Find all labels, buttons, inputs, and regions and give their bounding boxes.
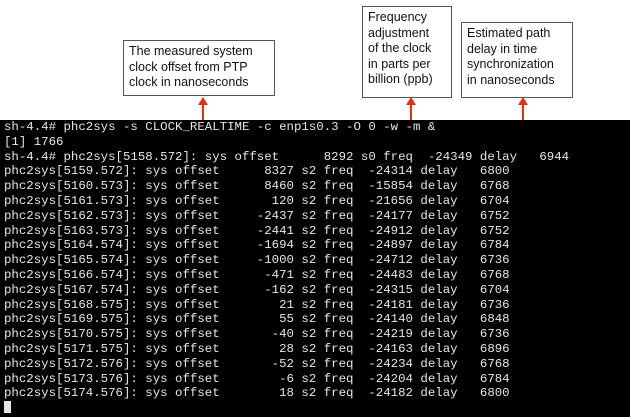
terminal-line: phc2sys[5163.573]: sys offset -2441 s2 f… <box>4 223 510 238</box>
terminal-line: phc2sys[5161.573]: sys offset 120 s2 fre… <box>4 193 510 208</box>
terminal-line: phc2sys[5168.575]: sys offset 21 s2 freq… <box>4 297 510 312</box>
callout-line: delay in time <box>467 41 538 56</box>
terminal-line: phc2sys[5169.575]: sys offset 55 s2 freq… <box>4 312 510 327</box>
terminal-line: phc2sys[5171.575]: sys offset 28 s2 freq… <box>4 341 510 356</box>
terminal-line: phc2sys[5174.576]: sys offset 18 s2 freq… <box>4 386 510 401</box>
callout-line: The measured system <box>129 44 253 58</box>
terminal-line: phc2sys[5165.574]: sys offset -1000 s2 f… <box>4 253 510 268</box>
terminal-line: phc2sys[5172.576]: sys offset -52 s2 fre… <box>4 356 510 371</box>
callout-line: clock in nanoseconds <box>129 75 249 89</box>
terminal-line: sh-4.4# phc2sys -s CLOCK_REALTIME -c enp… <box>4 120 436 134</box>
terminal-output[interactable]: sh-4.4# phc2sys -s CLOCK_REALTIME -c enp… <box>0 120 630 417</box>
callout-line: in parts per <box>368 56 431 71</box>
terminal-line: [1] 1766 <box>4 134 64 149</box>
callout-line: Frequency <box>368 10 428 24</box>
callout-line: billion (ppb) <box>368 72 433 86</box>
terminal-prompt-line[interactable] <box>4 401 630 416</box>
terminal-line: sh-4.4# phc2sys[5158.572]: sys offset 82… <box>4 149 570 164</box>
terminal-line: phc2sys[5159.572]: sys offset 8327 s2 fr… <box>4 164 510 179</box>
terminal-line: phc2sys[5170.575]: sys offset -40 s2 fre… <box>4 327 510 342</box>
callout-line: Estimated path <box>467 26 551 40</box>
terminal-line: phc2sys[5160.573]: sys offset 8460 s2 fr… <box>4 179 510 194</box>
terminal-line: phc2sys[5162.573]: sys offset -2437 s2 f… <box>4 208 510 223</box>
callout-freq: Frequency adjustment of the clock in par… <box>362 6 452 98</box>
callout-line: clock offset from PTP <box>129 59 248 74</box>
callout-delay: Estimated path delay in time synchroniza… <box>461 22 573 98</box>
terminal-line: phc2sys[5167.574]: sys offset -162 s2 fr… <box>4 282 510 297</box>
terminal-line: phc2sys[5166.574]: sys offset -471 s2 fr… <box>4 267 510 282</box>
callout-line: adjustment <box>368 25 430 40</box>
terminal-line: phc2sys[5164.574]: sys offset -1694 s2 f… <box>4 238 510 253</box>
callout-line: synchronization <box>467 57 554 71</box>
callout-line: in nanoseconds <box>467 72 555 87</box>
terminal-line: phc2sys[5173.576]: sys offset -6 s2 freq… <box>4 371 510 386</box>
text-cursor <box>4 401 11 414</box>
callout-line: of the clock <box>368 41 432 55</box>
callout-sys-offset: The measured system clock offset from PT… <box>123 40 275 96</box>
